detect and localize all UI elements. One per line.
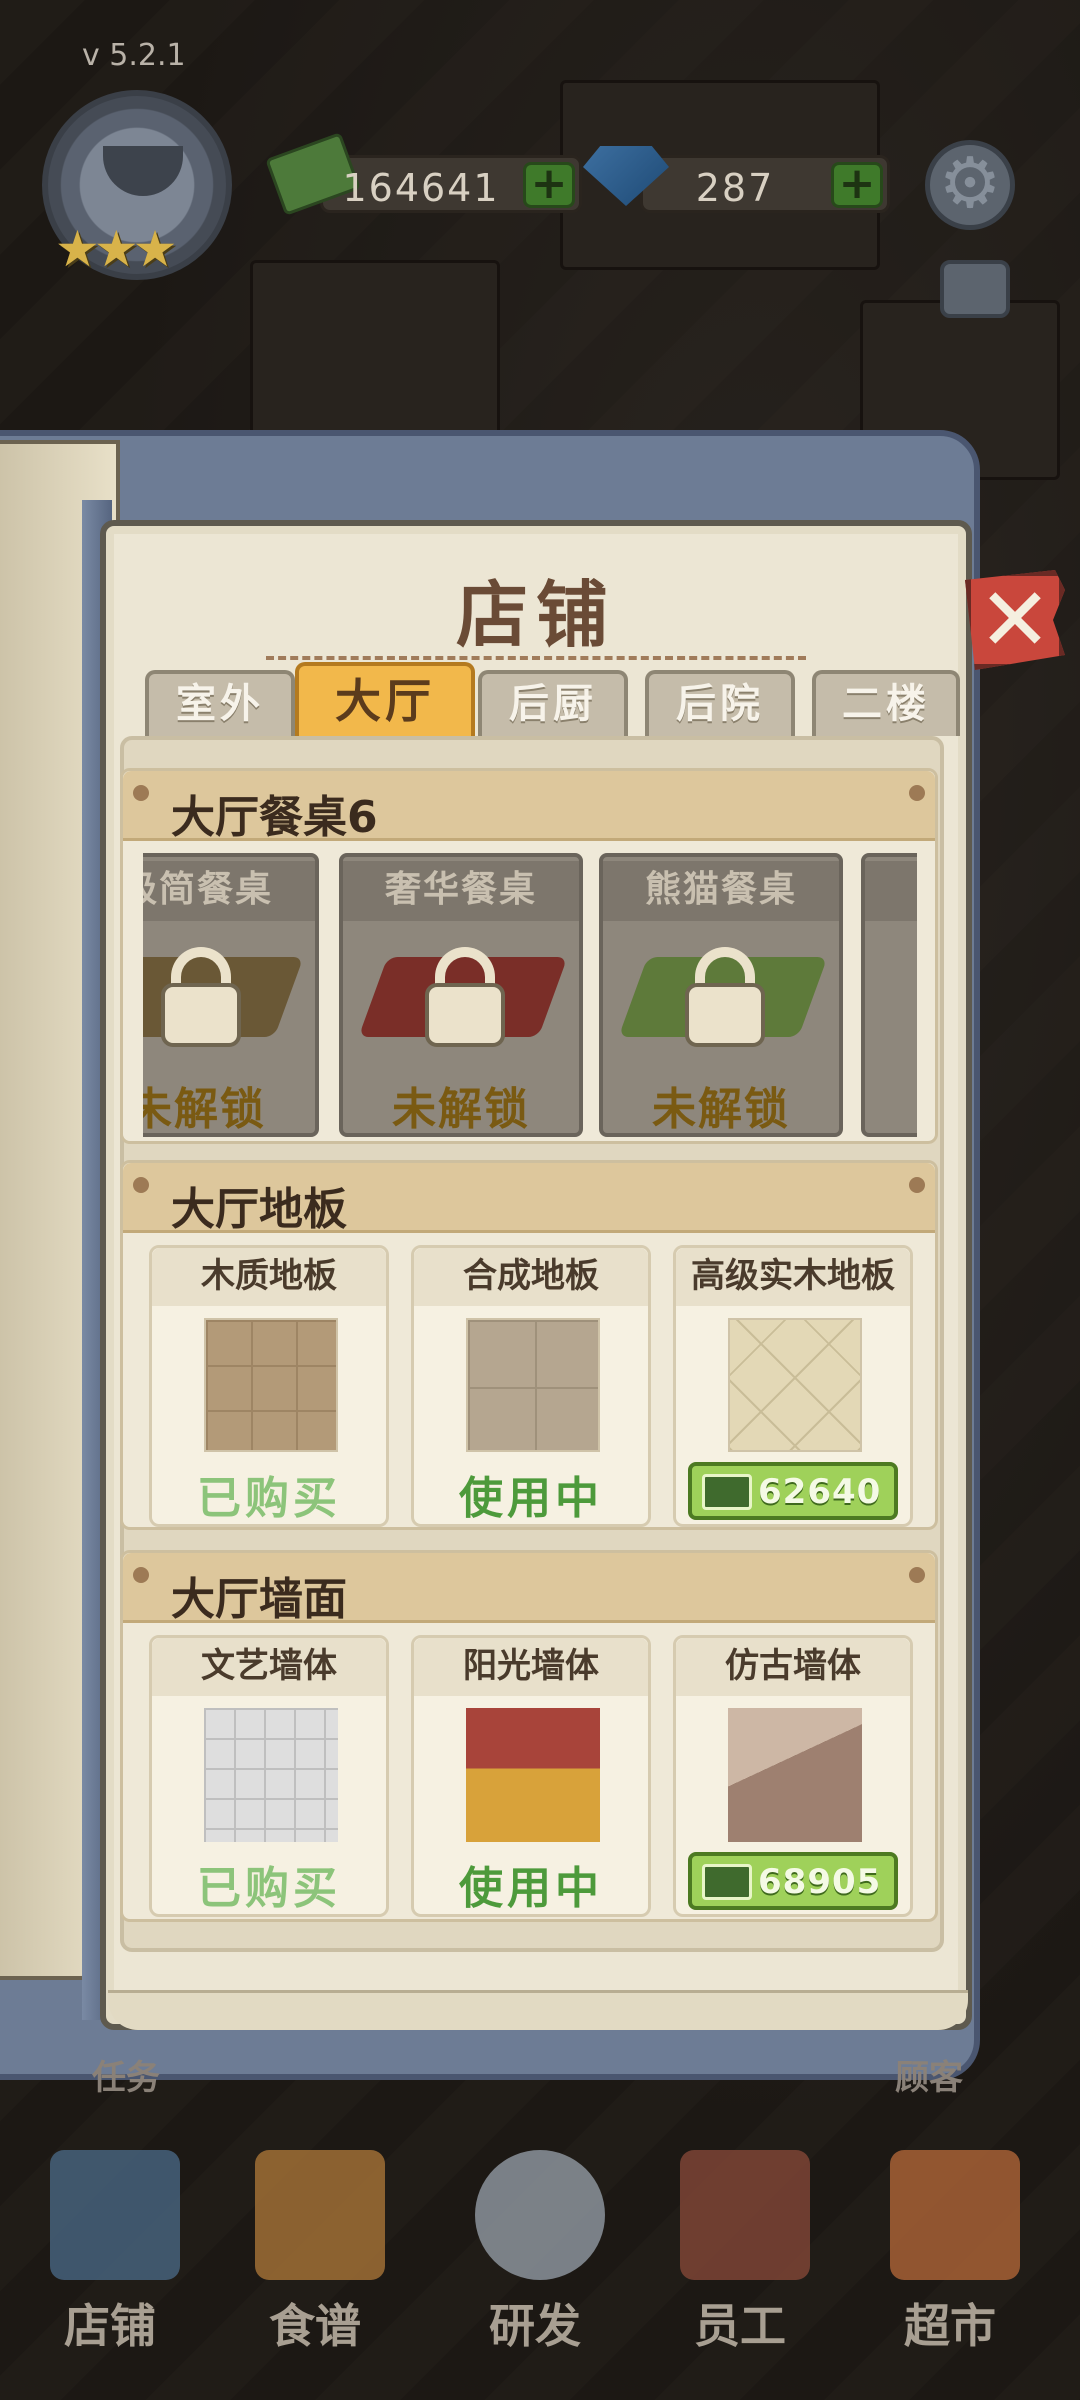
- floor-swatch: [728, 1318, 862, 1452]
- header-rivet: [909, 1567, 925, 1583]
- header-rivet: [133, 1567, 149, 1583]
- nav-shop[interactable]: 店铺: [10, 2130, 210, 2390]
- buy-button[interactable]: 68905: [688, 1852, 898, 1910]
- floor-card-composite[interactable]: 合成地板 使用中: [411, 1245, 651, 1527]
- card-name: 极简餐桌: [143, 861, 315, 921]
- cash-counter: 164641 +: [265, 132, 582, 216]
- buy-button[interactable]: 62640: [688, 1462, 898, 1520]
- cash-icon: [702, 1474, 752, 1510]
- close-button[interactable]: ✕: [965, 570, 1065, 670]
- settings-gear-icon[interactable]: ⚙: [925, 140, 1015, 230]
- shop-icon: [50, 2150, 180, 2280]
- tab-kitchen[interactable]: 后厨: [478, 670, 628, 736]
- purchased-status: 已购买: [197, 1863, 341, 1914]
- nav-label: 员工: [694, 2299, 786, 2353]
- card-name: 高级实木地板: [676, 1248, 910, 1306]
- header-rivet: [909, 1177, 925, 1193]
- card-name: 文艺墙体: [152, 1638, 386, 1696]
- nav-research[interactable]: 研发: [435, 2130, 635, 2390]
- section-header: 大厅餐桌6: [123, 771, 935, 843]
- section-header: 大厅墙面: [123, 1553, 935, 1625]
- wall-card-antique[interactable]: 仿古墙体 68905: [673, 1635, 913, 1917]
- in-use-status: 使用中: [459, 1473, 603, 1524]
- tab-outdoor[interactable]: 室外: [145, 670, 295, 736]
- tables-scroller[interactable]: 极简餐桌 未解锁 奢华餐桌 未解锁 熊猫餐桌 未解锁 淘: [143, 853, 917, 1141]
- lock-icon: [685, 947, 765, 1047]
- nav-label: 店铺: [64, 2299, 156, 2353]
- nav-recipes[interactable]: 食谱: [215, 2130, 415, 2390]
- locked-status: 未解锁: [143, 1084, 266, 1135]
- floor-swatch: [204, 1318, 338, 1452]
- wall-swatch: [466, 1708, 600, 1842]
- bottom-navigation: 店铺 食谱 研发 员工 超市: [0, 2130, 1080, 2400]
- rating-stars: ★★★: [55, 220, 177, 278]
- cash-value: 164641: [342, 166, 500, 210]
- cooking-pot-icon: [475, 2150, 605, 2280]
- section-hall-walls: 大厅墙面 文艺墙体 已购买 阳光墙体 使用中 仿古墙体 68905: [120, 1550, 938, 1922]
- tab-hall[interactable]: 大厅: [295, 662, 475, 738]
- card-name: 合成地板: [414, 1248, 648, 1306]
- table-card-luxury[interactable]: 奢华餐桌 未解锁: [339, 853, 583, 1137]
- tab-backyard[interactable]: 后院: [645, 670, 795, 736]
- card-name: 熊猫餐桌: [603, 861, 839, 921]
- gem-counter: 287 +: [583, 146, 890, 213]
- nav-label: 研发: [489, 2299, 581, 2353]
- card-name: 淘: [865, 861, 917, 921]
- side-label-customers[interactable]: 顾客: [895, 2050, 963, 2099]
- section-title: 大厅墙面: [171, 1574, 347, 1625]
- floor-card-premium-hardwood[interactable]: 高级实木地板 62640: [673, 1245, 913, 1527]
- table-card-panda[interactable]: 熊猫餐桌 未解锁: [599, 853, 843, 1137]
- header-rivet: [133, 1177, 149, 1193]
- card-name: 阳光墙体: [414, 1638, 648, 1696]
- header-rivet: [909, 785, 925, 801]
- purchased-status: 已购买: [197, 1473, 341, 1524]
- section-hall-floor: 大厅地板 木质地板 已购买 合成地板 使用中 高级实木地板 62640: [120, 1160, 938, 1530]
- in-use-status: 使用中: [459, 1863, 603, 1914]
- floor-card-wood[interactable]: 木质地板 已购买: [149, 1245, 389, 1527]
- price-value: 62640: [758, 1472, 882, 1512]
- book-page-edge: [108, 1990, 968, 2030]
- card-name: 木质地板: [152, 1248, 386, 1306]
- supermarket-icon: [890, 2150, 1020, 2280]
- nav-label: 超市: [904, 2299, 996, 2353]
- side-label-tasks[interactable]: 任务: [92, 2050, 160, 2099]
- modal-title: 店铺: [455, 573, 616, 657]
- staff-icon: [680, 2150, 810, 2280]
- nav-staff[interactable]: 员工: [640, 2130, 840, 2390]
- card-name: 仿古墙体: [676, 1638, 910, 1696]
- table-card-minimal[interactable]: 极简餐桌 未解锁: [143, 853, 319, 1137]
- gem-value: 287: [695, 166, 775, 210]
- bowl-icon: [103, 146, 183, 196]
- recipe-book-icon: [255, 2150, 385, 2280]
- header-rivet: [133, 785, 149, 801]
- version-label: v 5.2.1: [82, 38, 186, 73]
- add-gems-button[interactable]: +: [831, 162, 883, 208]
- locked-status: 未解锁: [652, 1084, 790, 1135]
- card-name: 奢华餐桌: [343, 861, 579, 921]
- lock-icon: [425, 947, 505, 1047]
- wall-card-artsy[interactable]: 文艺墙体 已购买: [149, 1635, 389, 1917]
- wall-card-sunshine[interactable]: 阳光墙体 使用中: [411, 1635, 651, 1917]
- wall-swatch: [728, 1708, 862, 1842]
- section-hall-tables: 大厅餐桌6 极简餐桌 未解锁 奢华餐桌 未解锁 熊猫餐桌 未解锁 淘: [120, 768, 938, 1144]
- price-value: 68905: [758, 1862, 882, 1902]
- tab-second-floor[interactable]: 二楼: [812, 670, 960, 736]
- title-divider: [266, 654, 806, 660]
- wall-swatch: [204, 1708, 338, 1842]
- lock-icon: [161, 947, 241, 1047]
- camera-icon[interactable]: [940, 260, 1010, 318]
- add-cash-button[interactable]: +: [523, 162, 575, 208]
- cash-icon: [702, 1864, 752, 1900]
- nav-label: 食谱: [269, 2299, 361, 2353]
- table-card-partial[interactable]: 淘: [861, 853, 917, 1137]
- section-title: 大厅地板: [171, 1184, 347, 1235]
- section-header: 大厅地板: [123, 1163, 935, 1235]
- locked-status: 未解锁: [392, 1084, 530, 1135]
- section-title: 大厅餐桌6: [171, 792, 378, 843]
- floor-swatch: [466, 1318, 600, 1452]
- nav-supermarket[interactable]: 超市: [850, 2130, 1050, 2390]
